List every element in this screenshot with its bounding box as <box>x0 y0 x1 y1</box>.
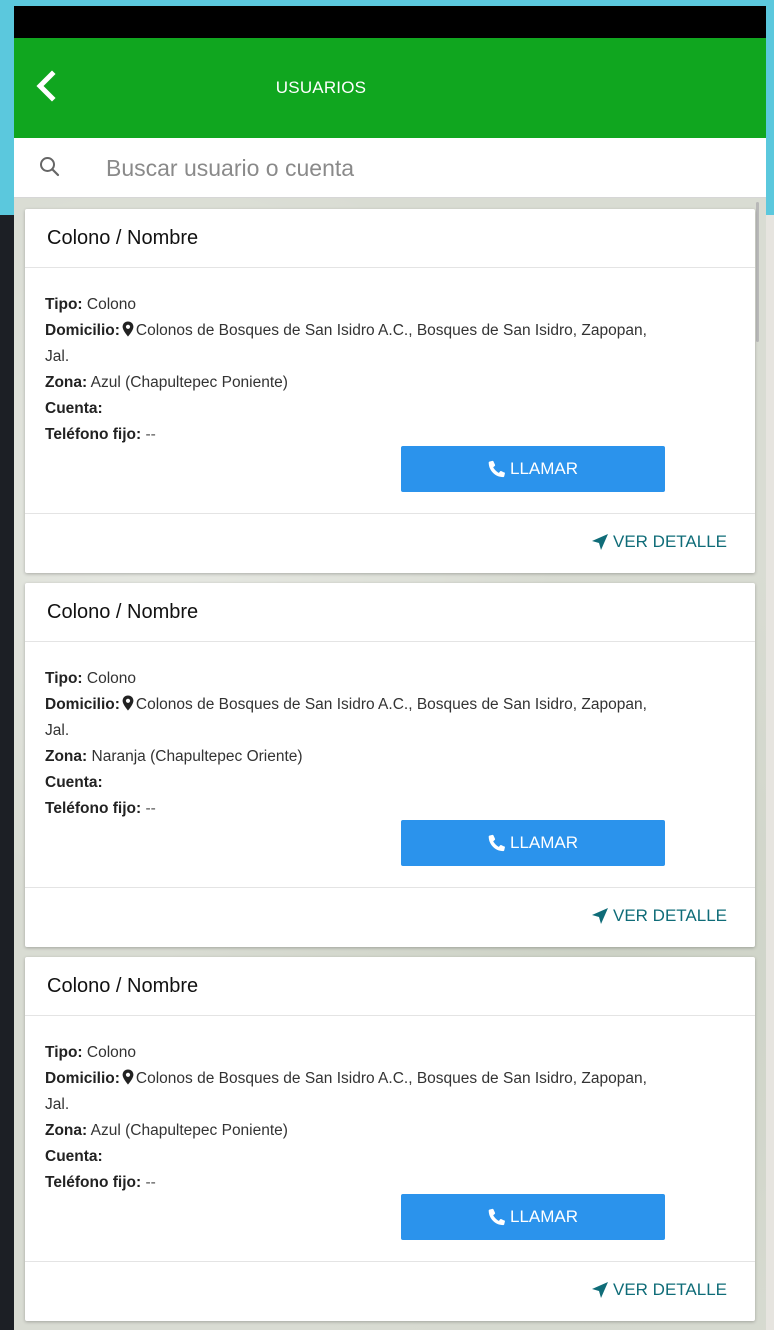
tipo-row: Tipo: Colono <box>45 1040 735 1066</box>
call-button-label: LLAMAR <box>509 459 579 478</box>
domicilio-value: Colonos de Bosques de San Isidro A.C., B… <box>135 322 647 339</box>
call-button[interactable]: LLAMAR <box>401 820 665 866</box>
domicilio-value: Colonos de Bosques de San Isidro A.C., B… <box>135 1070 647 1087</box>
zona-label: Zona: <box>45 374 88 391</box>
domicilio-row-cont: Jal. <box>45 1092 735 1118</box>
cuenta-row: Cuenta: <box>45 396 735 422</box>
user-card-body: Tipo: Colono Domicilio: Colonos de Bosque… <box>25 642 755 888</box>
zona-label: Zona: <box>45 1122 88 1139</box>
zona-value: Azul (Chapultepec Poniente) <box>90 374 288 391</box>
domicilio-row-cont: Jal. <box>45 344 735 370</box>
call-button-label: LLAMAR <box>509 833 579 852</box>
scrollbar[interactable] <box>756 202 759 342</box>
zona-value: Naranja (Chapultepec Oriente) <box>91 748 303 765</box>
app-bar: USUARIOS <box>14 38 766 138</box>
call-button-label: LLAMAR <box>509 1207 579 1226</box>
cuenta-label: Cuenta: <box>45 774 103 791</box>
app-screen: USUARIOS Colono / Nombre Tipo: Colono Do… <box>14 6 766 1330</box>
status-bar <box>14 6 766 38</box>
user-card-body: Tipo: Colono Domicilio: Colonos de Bosque… <box>25 1016 755 1262</box>
view-detail-link[interactable]: VER DETALLE <box>591 1280 727 1300</box>
tipo-label: Tipo: <box>45 670 83 687</box>
telefono-row: Teléfono fijo: -- <box>45 796 735 822</box>
user-card-body: Tipo: Colono Domicilio: Colonos de Bosque… <box>25 268 755 514</box>
page-title: USUARIOS <box>275 78 367 97</box>
domicilio-row: Domicilio: Colonos de Bosques de San Isid… <box>45 1066 735 1092</box>
telefono-row: Teléfono fijo: -- <box>45 1170 735 1196</box>
telefono-value: -- <box>145 426 156 443</box>
domicilio-row: Domicilio: Colonos de Bosques de San Isid… <box>45 318 735 344</box>
domicilio-value-cont: Jal. <box>45 1096 70 1113</box>
view-detail-link[interactable]: VER DETALLE <box>591 532 727 552</box>
view-detail-link[interactable]: VER DETALLE <box>591 906 727 926</box>
view-detail-label: VER DETALLE <box>612 532 727 551</box>
user-card-footer: VER DETALLE <box>25 514 755 572</box>
tipo-row: Tipo: Colono <box>45 292 735 318</box>
domicilio-label: Domicilio: <box>45 322 120 339</box>
user-card: Colono / Nombre Tipo: Colono Domicilio: C… <box>25 583 755 947</box>
cuenta-row: Cuenta: <box>45 770 735 796</box>
domicilio-value-cont: Jal. <box>45 722 70 739</box>
phone-icon <box>488 834 506 852</box>
user-card: Colono / Nombre Tipo: Colono Domicilio: C… <box>25 957 755 1321</box>
tipo-row: Tipo: Colono <box>45 666 735 692</box>
search-input[interactable] <box>106 148 726 188</box>
tipo-value: Colono <box>86 296 137 313</box>
domicilio-value: Colonos de Bosques de San Isidro A.C., B… <box>135 696 647 713</box>
tipo-value: Colono <box>86 1044 137 1061</box>
telefono-label: Teléfono fijo: <box>45 800 142 817</box>
map-pin-icon <box>122 1068 134 1085</box>
call-button[interactable]: LLAMAR <box>401 1194 665 1240</box>
domicilio-value-cont: Jal. <box>45 348 70 365</box>
map-pin-icon <box>122 320 134 337</box>
cuenta-label: Cuenta: <box>45 400 103 417</box>
search-bar <box>14 138 766 198</box>
telefono-row: Teléfono fijo: -- <box>45 422 735 448</box>
telefono-label: Teléfono fijo: <box>45 426 142 443</box>
domicilio-label: Domicilio: <box>45 1070 120 1087</box>
tipo-label: Tipo: <box>45 296 83 313</box>
zona-label: Zona: <box>45 748 88 765</box>
zona-row: Zona: Azul (Chapultepec Poniente) <box>45 370 735 396</box>
user-card: Colono / Nombre Tipo: Colono Domicilio: C… <box>25 209 755 573</box>
domicilio-label: Domicilio: <box>45 696 120 713</box>
zona-row: Zona: Azul (Chapultepec Poniente) <box>45 1118 735 1144</box>
user-card-title: Colono / Nombre <box>25 957 755 1016</box>
call-button[interactable]: LLAMAR <box>401 446 665 492</box>
view-detail-label: VER DETALLE <box>612 1280 727 1299</box>
cuenta-label: Cuenta: <box>45 1148 103 1165</box>
view-detail-label: VER DETALLE <box>612 906 727 925</box>
navigation-arrow-icon <box>591 907 609 925</box>
tipo-label: Tipo: <box>45 1044 83 1061</box>
navigation-arrow-icon <box>591 1281 609 1299</box>
navigation-arrow-icon <box>591 533 609 551</box>
map-pin-icon <box>122 694 134 711</box>
telefono-label: Teléfono fijo: <box>45 1174 142 1191</box>
phone-icon <box>488 1208 506 1226</box>
zona-value: Azul (Chapultepec Poniente) <box>90 1122 288 1139</box>
search-icon <box>38 155 62 179</box>
tipo-value: Colono <box>86 670 137 687</box>
phone-icon <box>488 460 506 478</box>
telefono-value: -- <box>145 1174 156 1191</box>
user-card-title: Colono / Nombre <box>25 583 755 642</box>
user-card-footer: VER DETALLE <box>25 1262 755 1320</box>
telefono-value: -- <box>145 800 156 817</box>
user-card-footer: VER DETALLE <box>25 888 755 946</box>
zona-row: Zona: Naranja (Chapultepec Oriente) <box>45 744 735 770</box>
domicilio-row-cont: Jal. <box>45 718 735 744</box>
user-card-title: Colono / Nombre <box>25 209 755 268</box>
screen-frame-edge <box>766 215 774 1330</box>
domicilio-row: Domicilio: Colonos de Bosques de San Isid… <box>45 692 735 718</box>
cuenta-row: Cuenta: <box>45 1144 735 1170</box>
